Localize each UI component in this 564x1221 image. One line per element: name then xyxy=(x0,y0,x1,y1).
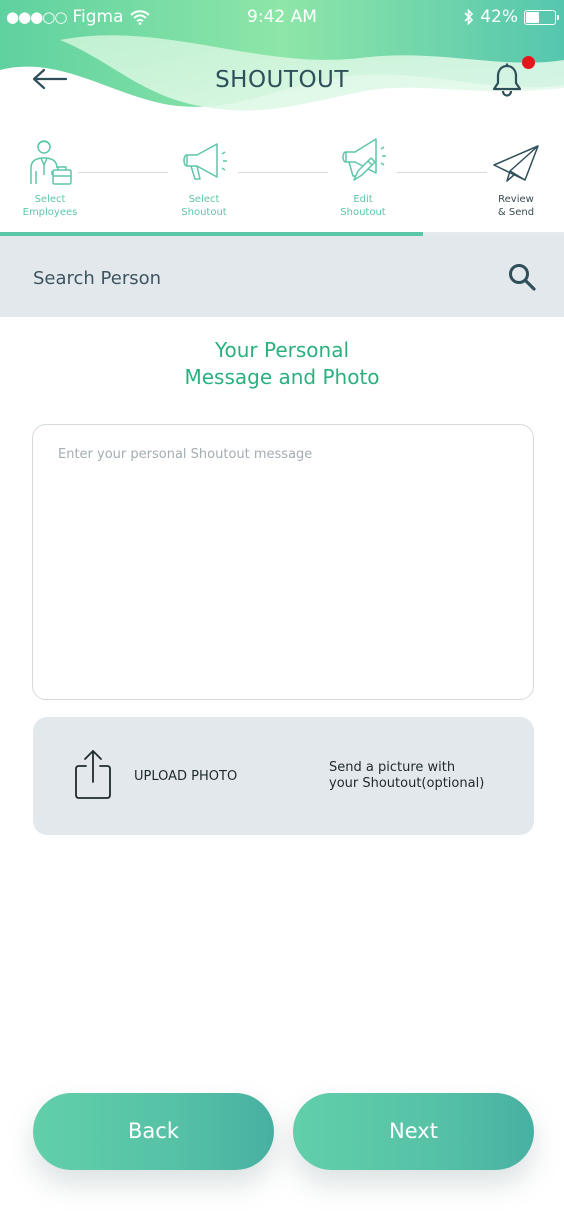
nav-bar: SHOUTOUT xyxy=(0,50,564,110)
megaphone-icon xyxy=(183,143,227,180)
page-title: SHOUTOUT xyxy=(215,67,349,93)
notifications-button[interactable] xyxy=(490,56,535,102)
wizard-steps: Select Employees Select Shoutout Edit Sh… xyxy=(0,135,564,235)
employee-icon xyxy=(30,140,72,185)
step-label: Review & Send xyxy=(466,193,564,219)
step-label-line2: & Send xyxy=(497,207,535,218)
upload-hint-line1: Send a picture with xyxy=(329,760,456,775)
upload-photo-button[interactable]: UPLOAD PHOTO Send a picture with your Sh… xyxy=(33,717,534,835)
step-label-line1: Select xyxy=(34,194,66,205)
step-select-employees[interactable]: Select Employees xyxy=(0,135,100,219)
step-review-send[interactable]: Review & Send xyxy=(466,135,564,219)
upload-hint-line2: your Shoutout(optional) xyxy=(329,776,485,791)
message-input[interactable] xyxy=(58,447,508,677)
upload-photo-label: UPLOAD PHOTO xyxy=(134,769,238,784)
search-bar[interactable]: Search Person xyxy=(0,236,564,317)
step-select-shoutout[interactable]: Select Shoutout xyxy=(154,135,254,219)
next-button[interactable]: Next xyxy=(293,1093,534,1170)
battery-fill xyxy=(526,11,539,23)
battery-icon xyxy=(524,9,559,25)
megaphone-edit-icon xyxy=(342,138,386,181)
bell-icon xyxy=(492,63,522,97)
step-label: Select Shoutout xyxy=(154,193,254,219)
step-label-line2: Shoutout xyxy=(181,207,227,218)
back-button[interactable]: Back xyxy=(33,1093,274,1170)
step-label-line2: Shoutout xyxy=(340,207,386,218)
notification-badge xyxy=(522,56,535,69)
paper-plane-icon xyxy=(493,145,539,182)
step-label-line1: Edit xyxy=(353,194,373,205)
bluetooth-icon xyxy=(464,9,474,25)
search-placeholder[interactable]: Search Person xyxy=(33,268,161,289)
battery-percent: 42% xyxy=(480,7,518,27)
step-edit-shoutout[interactable]: Edit Shoutout xyxy=(313,135,413,219)
search-icon[interactable] xyxy=(507,262,537,292)
status-bar: ●●●○○ Figma 9:42 AM 42% xyxy=(0,0,564,34)
message-box xyxy=(32,424,534,700)
status-right: 42% xyxy=(464,7,559,27)
step-label: Edit Shoutout xyxy=(313,193,413,219)
heading-line2: Message and Photo xyxy=(184,365,380,389)
step-label-line1: Review xyxy=(498,194,534,205)
share-upload-icon xyxy=(75,750,111,799)
step-label-line1: Select xyxy=(188,194,220,205)
section-heading: Your Personal Message and Photo xyxy=(0,337,564,391)
upload-hint: Send a picture with your Shoutout(option… xyxy=(329,760,484,792)
step-label-line2: Employees xyxy=(22,207,78,218)
step-label: Select Employees xyxy=(0,193,100,219)
heading-line1: Your Personal xyxy=(214,338,350,362)
